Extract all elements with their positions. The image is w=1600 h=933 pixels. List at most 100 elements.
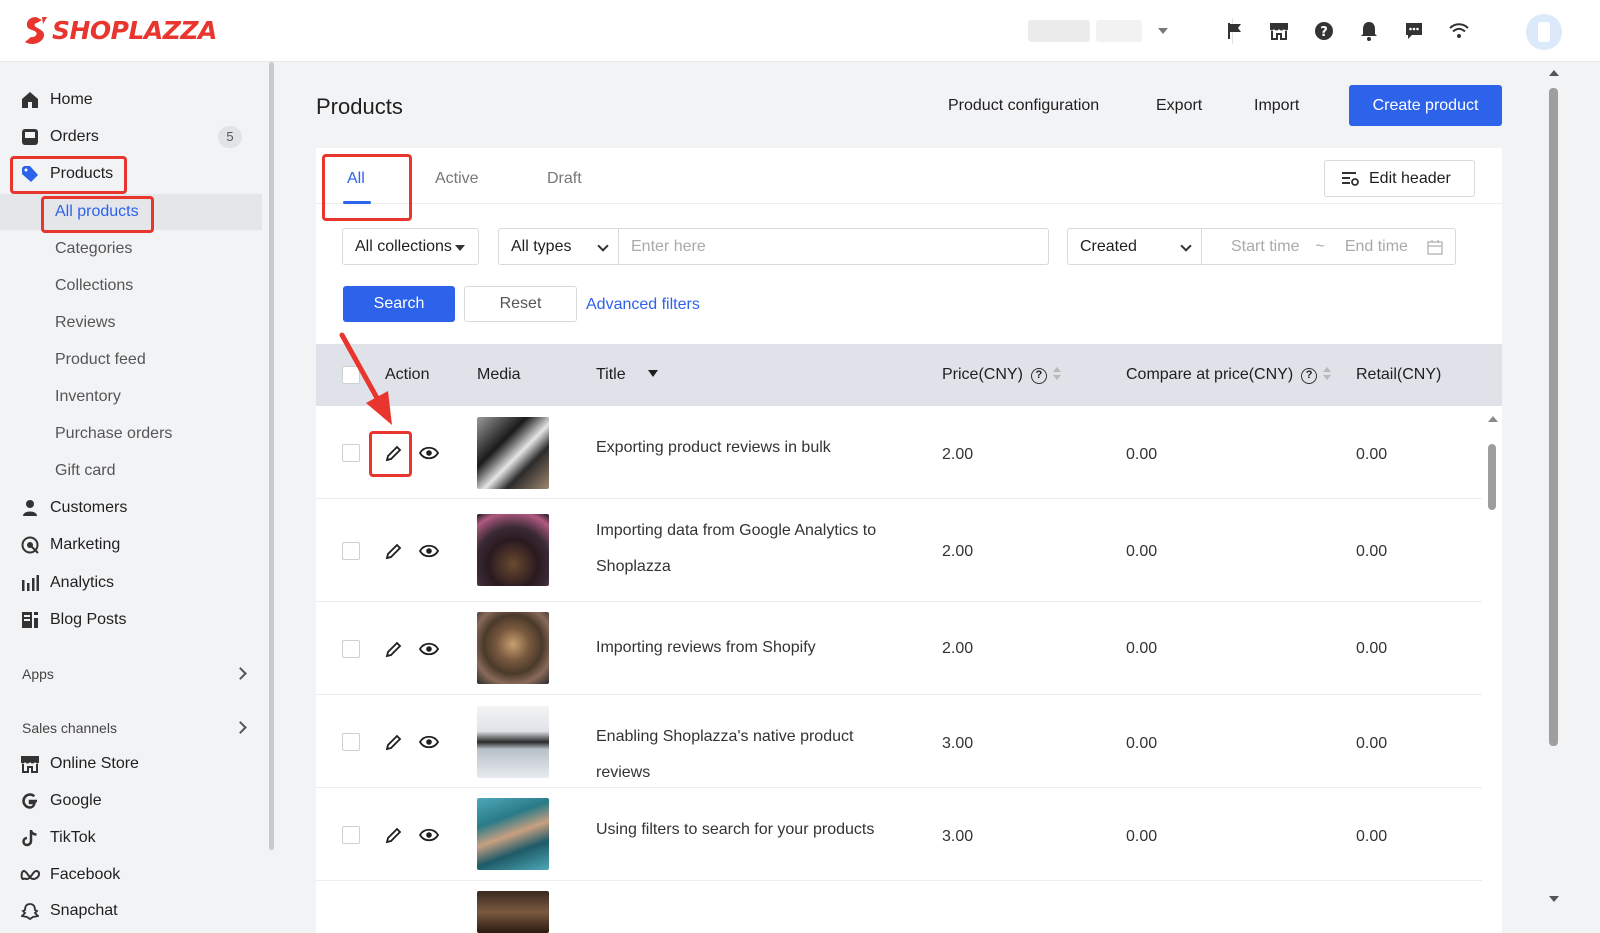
help-icon[interactable]: ? [1030, 368, 1047, 384]
search-input[interactable]: Enter here [618, 228, 1049, 265]
view-eye-icon[interactable] [419, 443, 439, 463]
row-checkbox[interactable] [342, 542, 360, 560]
column-header-title[interactable]: Title [596, 366, 659, 384]
sidebar-item-marketing[interactable]: Marketing [0, 527, 262, 563]
row-checkbox[interactable] [342, 444, 360, 462]
sidebar-item-customers[interactable]: Customers [0, 490, 262, 526]
product-configuration-button[interactable]: Product configuration [948, 97, 1099, 115]
product-thumbnail[interactable] [477, 798, 549, 870]
product-title[interactable]: Exporting product reviews in bulk [596, 430, 906, 466]
apps-section-label[interactable]: Apps [22, 666, 54, 682]
product-thumbnail[interactable] [477, 706, 549, 778]
product-title[interactable]: Using filters to search for your product… [596, 812, 906, 848]
sidebar-subitem-collections[interactable]: Collections [0, 268, 262, 304]
help-icon[interactable]: ? [1313, 20, 1335, 42]
avatar[interactable] [1526, 14, 1562, 50]
edit-pencil-icon[interactable] [383, 443, 403, 463]
row-checkbox[interactable] [342, 640, 360, 658]
edit-header-button[interactable]: Edit header [1324, 160, 1475, 197]
product-title[interactable]: Enabling Shoplazza's native product revi… [596, 719, 906, 791]
view-eye-icon[interactable] [419, 732, 439, 752]
shoplazza-logo[interactable]: SHOPLAZZA [22, 15, 217, 45]
sidebar-item-analytics[interactable]: Analytics [0, 565, 262, 601]
sidebar-subitem-product-feed[interactable]: Product feed [0, 342, 262, 378]
tab-all[interactable]: All [347, 170, 365, 188]
view-eye-icon[interactable] [419, 639, 439, 659]
table-row[interactable]: Importing data from Google Analytics to … [316, 499, 1482, 602]
table-row[interactable]: Exporting product reviews in bulk 2.00 0… [316, 406, 1482, 499]
sidebar-subitem-gift-card[interactable]: Gift card [0, 453, 262, 489]
date-range-picker[interactable]: Start time ~ End time [1201, 228, 1456, 265]
sidebar-item-label: Home [50, 91, 93, 108]
import-button[interactable]: Import [1254, 97, 1299, 115]
sidebar-item-google[interactable]: Google [0, 783, 262, 819]
retail-price-cell: 0.00 [1356, 735, 1388, 752]
wifi-icon[interactable] [1448, 20, 1470, 42]
table-scroll-up-icon[interactable] [1488, 416, 1498, 422]
tab-draft[interactable]: Draft [547, 170, 582, 188]
column-header-price[interactable]: Price(CNY)? [942, 366, 1061, 384]
sidebar-subitem-inventory[interactable]: Inventory [0, 379, 262, 415]
store-icon[interactable] [1268, 20, 1290, 42]
sort-icon[interactable] [1052, 367, 1061, 381]
product-title[interactable]: Importing data from Google Analytics to … [596, 513, 906, 585]
sidebar-item-snapchat[interactable]: Snapchat [0, 894, 262, 930]
table-scrollbar-thumb[interactable] [1488, 444, 1496, 510]
table-row[interactable]: Enabling Shoplazza's native product revi… [316, 695, 1482, 788]
flag-icon[interactable] [1224, 20, 1246, 42]
product-thumbnail[interactable] [477, 891, 549, 933]
collections-select[interactable]: All collections [342, 228, 479, 265]
table-row[interactable] [316, 881, 1482, 933]
end-time-input[interactable]: End time [1345, 238, 1408, 256]
page-scrollbar-thumb[interactable] [1549, 88, 1558, 746]
sidebar-item-home[interactable]: Home [0, 82, 262, 118]
edit-pencil-icon[interactable] [383, 732, 403, 752]
view-eye-icon[interactable] [419, 541, 439, 561]
column-header-compare[interactable]: Compare at price(CNY)? [1126, 366, 1332, 384]
page-scroll-down-icon[interactable] [1549, 896, 1559, 902]
page-scroll-up-icon[interactable] [1549, 70, 1559, 76]
sidebar-item-orders[interactable]: Orders 5 [0, 119, 262, 155]
types-select[interactable]: All types [498, 228, 619, 265]
table-row[interactable]: Importing reviews from Shopify 2.00 0.00… [316, 602, 1482, 695]
product-thumbnail[interactable] [477, 612, 549, 684]
sidebar-item-tiktok[interactable]: TikTok [0, 820, 262, 856]
search-button[interactable]: Search [343, 286, 455, 322]
page-title: Products [316, 94, 403, 119]
row-checkbox[interactable] [342, 826, 360, 844]
sidebar-subitem-reviews[interactable]: Reviews [0, 305, 262, 341]
reset-button[interactable]: Reset [464, 286, 577, 322]
create-product-button[interactable]: Create product [1349, 85, 1502, 126]
bell-icon[interactable] [1358, 20, 1380, 42]
retail-price-cell: 0.00 [1356, 543, 1388, 560]
edit-pencil-icon[interactable] [383, 541, 403, 561]
sidebar-item-blog-posts[interactable]: Blog Posts [0, 602, 262, 638]
edit-pencil-icon[interactable] [383, 639, 403, 659]
advanced-filters-link[interactable]: Advanced filters [586, 296, 700, 314]
table-row[interactable]: Using filters to search for your product… [316, 788, 1482, 881]
edit-pencil-icon[interactable] [383, 825, 403, 845]
help-icon[interactable]: ? [1301, 368, 1318, 384]
sort-icon[interactable] [1323, 367, 1332, 381]
sidebar-scrollbar[interactable] [269, 62, 274, 850]
sidebar-item-products[interactable]: Products [0, 156, 262, 192]
sidebar-subitem-categories[interactable]: Categories [0, 231, 262, 267]
product-thumbnail[interactable] [477, 514, 549, 586]
export-button[interactable]: Export [1156, 97, 1202, 115]
sort-down-icon[interactable] [648, 370, 659, 377]
tab-active[interactable]: Active [435, 170, 479, 188]
select-all-checkbox[interactable] [342, 366, 360, 384]
sidebar-item-facebook[interactable]: Facebook [0, 857, 262, 893]
store-switcher[interactable] [1028, 20, 1168, 42]
date-field-select[interactable]: Created [1067, 228, 1202, 265]
product-thumbnail[interactable] [477, 417, 549, 489]
view-eye-icon[interactable] [419, 825, 439, 845]
sales-channels-section-label[interactable]: Sales channels [22, 720, 117, 736]
product-title[interactable]: Importing reviews from Shopify [596, 630, 906, 666]
row-checkbox[interactable] [342, 733, 360, 751]
message-icon[interactable] [1403, 20, 1425, 42]
sidebar-subitem-purchase-orders[interactable]: Purchase orders [0, 416, 262, 452]
sidebar-subitem-all-products[interactable]: All products [0, 194, 262, 230]
start-time-input[interactable]: Start time [1231, 238, 1299, 256]
sidebar-item-online-store[interactable]: Online Store [0, 746, 262, 782]
